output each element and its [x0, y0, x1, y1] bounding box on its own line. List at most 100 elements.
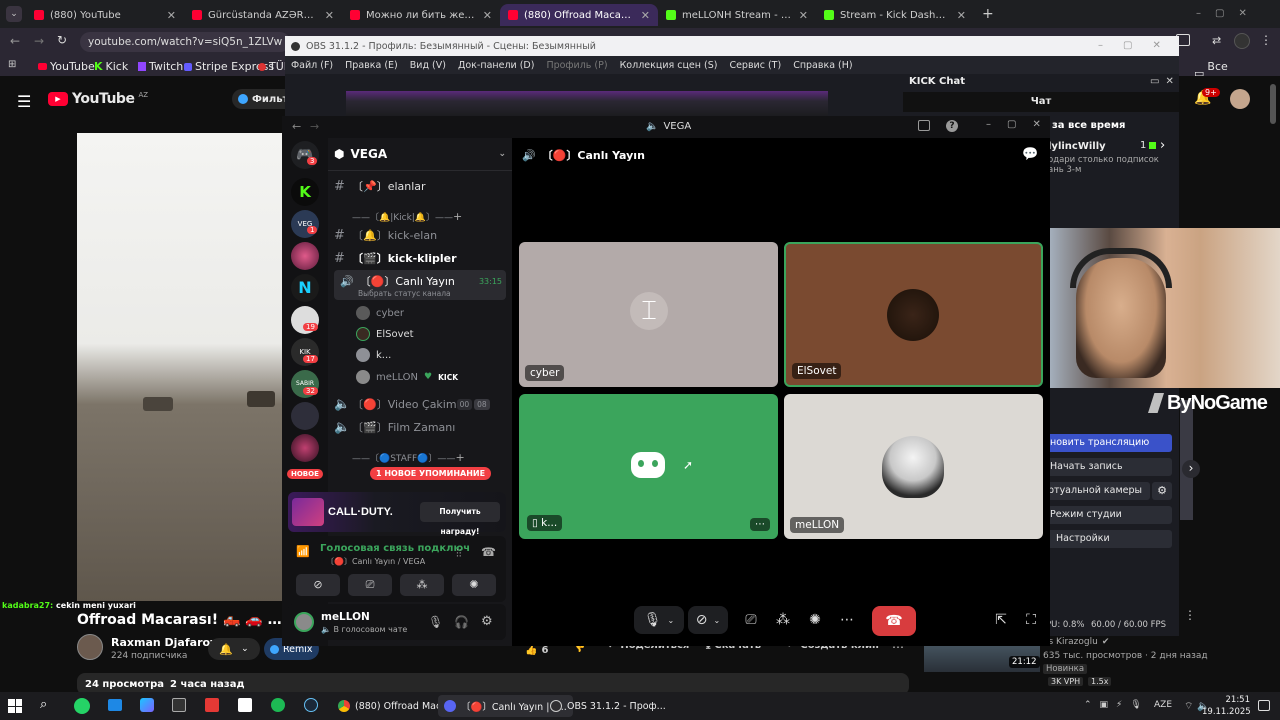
new-tab-icon[interactable]: + — [982, 6, 994, 22]
menu-docks[interactable]: Док-панели (D) — [458, 60, 534, 71]
page-scrollbar[interactable] — [1270, 84, 1276, 124]
participant-tile[interactable]: ▯ k... ⋯ — [519, 394, 778, 539]
apps-grid-icon[interactable]: ⊞ — [8, 59, 16, 70]
voice-channel-path[interactable]: 〔🔴〕Canlı Yayın / VEGA — [326, 556, 425, 567]
browser-tab[interactable]: Можно ли бить женщин?😂 | ✕ — [342, 4, 500, 26]
channel-name[interactable]: Raxman Djafarov — [111, 636, 217, 649]
menu-file[interactable]: Файл (F) — [291, 60, 333, 71]
camera-off-button[interactable]: ⊘ — [296, 574, 340, 596]
forward-icon[interactable]: → — [34, 34, 44, 48]
participant-tile[interactable]: ⌶ cyber — [519, 242, 778, 387]
chevron-right-icon[interactable]: › — [1160, 138, 1165, 153]
category-header[interactable]: ——〔🔵STAFF🔵〕—— + — [334, 447, 477, 467]
menu-edit[interactable]: Правка (E) — [345, 60, 398, 71]
server-icon[interactable] — [291, 402, 319, 430]
capcut-icon[interactable] — [238, 698, 252, 712]
popout-icon[interactable]: ⇱ — [990, 606, 1012, 634]
voice-user[interactable]: meLLON ♥ KICK — [356, 368, 458, 386]
browser-tab-active[interactable]: (880) Offroad Macarası! 🛻 🚗 ✕ — [500, 4, 658, 26]
noise-suppression-icon[interactable]: ⫶⫶ — [456, 547, 462, 561]
microphone-icon[interactable]: 🎙 — [428, 615, 443, 629]
whatsapp-icon[interactable] — [74, 698, 90, 714]
copilot-icon[interactable] — [140, 698, 154, 712]
dock-controls[interactable]: ▭✕ — [1150, 76, 1180, 87]
more-options-icon[interactable]: ⋮ — [1184, 608, 1196, 622]
activities-button[interactable]: ⁂ — [400, 574, 444, 596]
channel-item[interactable]: # 〔🎬〕kick-klipler — [334, 248, 457, 268]
voice-user[interactable]: k... — [356, 346, 391, 364]
menu-profile[interactable]: Профиль (P) — [546, 60, 607, 71]
activities-button[interactable]: ⁂ — [770, 606, 796, 634]
store-icon[interactable] — [172, 698, 186, 712]
clock-time[interactable]: 21:51 — [1212, 695, 1251, 705]
headphones-icon[interactable]: 🎧 — [454, 615, 469, 629]
settings-button[interactable]: Настройки — [1044, 530, 1172, 548]
voice-channel-item[interactable]: 🔈 〔🔴〕Video Çakim 00 08 — [334, 394, 496, 414]
channel-item[interactable]: # 〔🔔〕kick-elan — [334, 225, 437, 245]
menu-scene-collection[interactable]: Коллекция сцен (S) — [620, 60, 718, 71]
discord-window-controls[interactable]: –▢✕ — [986, 119, 1057, 130]
menu-icon[interactable]: ⋮ — [1260, 33, 1272, 47]
start-icon[interactable] — [8, 699, 22, 713]
server-icon[interactable]: N — [291, 274, 319, 302]
chat-bubble-icon[interactable]: 💬 — [1022, 147, 1038, 162]
more-options-icon[interactable]: ⋯ — [834, 606, 860, 634]
camera-button[interactable]: ⊘ ⌄ — [688, 606, 728, 634]
channel-item[interactable]: # 〔📌〕elanlar — [334, 176, 426, 196]
user-settings-icon[interactable]: ⚙ — [481, 614, 493, 629]
steam-icon[interactable] — [304, 698, 318, 712]
add-channel-icon[interactable]: + — [455, 451, 476, 464]
server-vega-icon[interactable]: VEG — [291, 210, 319, 238]
close-tab-icon[interactable]: ✕ — [641, 9, 650, 22]
forward-icon[interactable]: → — [310, 120, 319, 133]
menu-view[interactable]: Вид (V) — [410, 60, 446, 71]
category-header[interactable]: ——〔🔔|Kick|🔔〕—— + — [334, 206, 474, 226]
fullscreen-icon[interactable]: ⛶ — [1020, 606, 1042, 634]
youtube-logo[interactable]: ▶ YouTube AZ — [48, 91, 148, 107]
studio-mode-button[interactable]: Режим студии — [1044, 506, 1172, 524]
spotify-icon[interactable] — [271, 698, 285, 712]
participant-tile-speaking[interactable]: ElSovet — [784, 242, 1043, 387]
hamburger-menu-icon[interactable]: ☰ — [17, 92, 31, 111]
bookmark-kick[interactable]: K Kick — [94, 60, 128, 73]
extensions-icon[interactable]: ⇄ — [1212, 34, 1221, 47]
close-tab-icon[interactable]: ✕ — [167, 9, 176, 22]
bookmark-youtube[interactable]: YouTube — [38, 60, 95, 73]
obs-preview-canvas[interactable] — [346, 91, 828, 116]
voice-user[interactable]: cyber — [356, 304, 404, 322]
participant-tile[interactable]: meLLON — [784, 394, 1043, 539]
screen-icon[interactable] — [918, 120, 930, 131]
leave-call-button[interactable]: ☎ — [872, 606, 916, 636]
browser-tab[interactable]: Gürcüstanda AZƏRBAYCANLI K ✕ — [184, 4, 342, 26]
back-icon[interactable]: ← — [10, 34, 20, 48]
bookmark-twitch[interactable]: Twitch — [138, 60, 183, 73]
app-icon[interactable] — [205, 698, 219, 712]
profile-avatar[interactable] — [1234, 33, 1250, 49]
browser-tab[interactable]: (880) YouTube ✕ — [26, 4, 184, 26]
url-input[interactable]: youtube.com/watch?v=siQ5n_1ZLVw — [80, 32, 290, 52]
obs-window-controls[interactable]: –▢✕ — [1098, 40, 1181, 51]
window-controls[interactable]: –▢✕ — [1196, 8, 1261, 19]
close-tab-icon[interactable]: ✕ — [799, 9, 808, 22]
clock-date[interactable]: 19.11.2025 — [1202, 707, 1251, 717]
screen-share-button[interactable]: ⎚ — [738, 606, 764, 634]
input-language[interactable]: AZE — [1154, 700, 1172, 710]
user-avatar[interactable] — [294, 612, 314, 632]
system-tray-icons[interactable]: ⌃▣⚡🎙 — [1084, 700, 1150, 710]
browser-tab[interactable]: Stream - Kick Dashboard ✕ — [816, 4, 974, 26]
close-tab-icon[interactable]: ✕ — [325, 9, 334, 22]
taskbar-app-obs[interactable]: OBS 31.1.2 - Проф... — [544, 695, 672, 717]
back-icon[interactable]: ← — [292, 120, 301, 133]
add-channel-icon[interactable]: + — [453, 210, 474, 223]
browser-tab[interactable]: meLLONH Stream - Watch Live ✕ — [658, 4, 816, 26]
more-options-icon[interactable]: ⋯ — [750, 518, 770, 531]
menu-help[interactable]: Справка (H) — [793, 60, 852, 71]
mute-button[interactable]: 🎙 ⌄ — [634, 606, 684, 634]
claim-reward-button[interactable]: Получить награду! — [420, 502, 500, 536]
notification-center-icon[interactable] — [1258, 700, 1270, 711]
share-screen-button[interactable]: ⎚ — [348, 574, 392, 596]
channel-status-placeholder[interactable]: Выбрать статус канала — [358, 289, 451, 298]
recommended-channel[interactable]: is Kirazoglu ✔ — [1046, 637, 1109, 647]
new-mention-pill[interactable]: 1 НОВОЕ УПОМИНАНИЕ — [370, 467, 492, 480]
server-kick-icon[interactable]: K — [291, 178, 319, 206]
